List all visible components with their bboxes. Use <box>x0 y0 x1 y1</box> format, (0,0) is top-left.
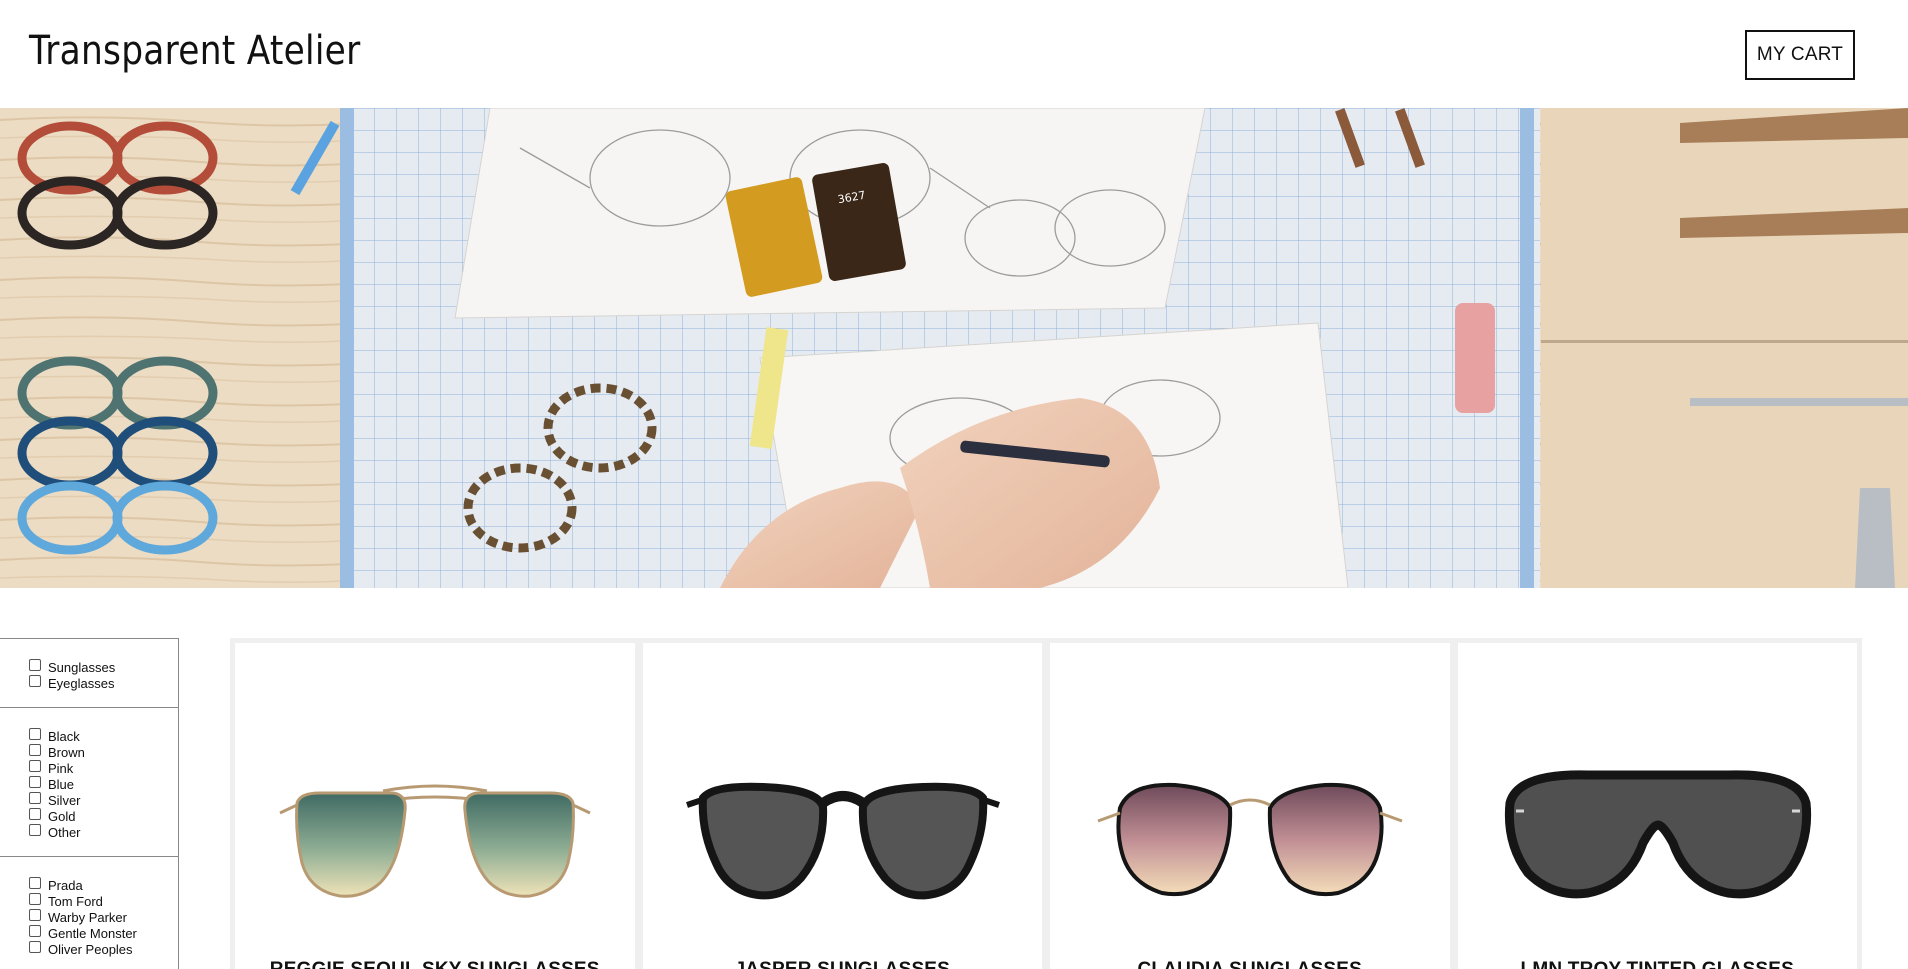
filter-option-brown[interactable]: Brown <box>29 744 178 760</box>
filter-option-silver[interactable]: Silver <box>29 792 178 808</box>
checkbox[interactable] <box>29 877 41 889</box>
checkbox[interactable] <box>29 808 41 820</box>
checkbox[interactable] <box>29 728 41 740</box>
filter-group-color: Black Brown Pink Blue Silver Gold Other <box>0 708 178 857</box>
checkbox[interactable] <box>29 893 41 905</box>
checkbox[interactable] <box>29 824 41 836</box>
my-cart-button[interactable]: MY CART <box>1745 30 1855 80</box>
filter-option-blue[interactable]: Blue <box>29 776 178 792</box>
product-name[interactable]: JASPER SUNGLASSES <box>643 959 1043 969</box>
checkbox[interactable] <box>29 776 41 788</box>
checkbox[interactable] <box>29 792 41 804</box>
site-header: Transparent Atelier MY CART <box>0 0 1908 108</box>
black-sunglasses-image <box>685 782 1000 900</box>
checkbox[interactable] <box>29 941 41 953</box>
filter-option-black[interactable]: Black <box>29 728 178 744</box>
filter-group-brand: Prada Tom Ford Warby Parker Gentle Monst… <box>0 857 178 969</box>
checkbox[interactable] <box>29 659 41 671</box>
hero-banner: 3627 <box>0 108 1908 588</box>
checkbox[interactable] <box>29 744 41 756</box>
checkbox[interactable] <box>29 760 41 772</box>
filter-option-oliver-peoples[interactable]: Oliver Peoples <box>29 941 178 957</box>
filter-option-warby-parker[interactable]: Warby Parker <box>29 909 178 925</box>
filter-group-type: Sunglasses Eyeglasses <box>0 639 178 708</box>
filter-option-other[interactable]: Other <box>29 824 178 840</box>
checkbox[interactable] <box>29 909 41 921</box>
filter-option-sunglasses[interactable]: Sunglasses <box>29 659 178 675</box>
filter-option-pink[interactable]: Pink <box>29 760 178 776</box>
product-name[interactable]: CLAUDIA SUNGLASSES <box>1050 959 1450 969</box>
product-name[interactable]: LMN TROY TINTED GLASSES <box>1458 959 1858 969</box>
product-card[interactable]: CLAUDIA SUNGLASSES <box>1050 643 1450 969</box>
hero-image: 3627 <box>0 108 1908 588</box>
product-card[interactable]: REGGIE SEOUL SKY SUNGLASSES <box>235 643 635 969</box>
filter-option-gold[interactable]: Gold <box>29 808 178 824</box>
site-logo[interactable]: Transparent Atelier <box>29 28 361 74</box>
filter-option-tom-ford[interactable]: Tom Ford <box>29 893 178 909</box>
product-card[interactable]: JASPER SUNGLASSES <box>642 643 1043 969</box>
checkbox[interactable] <box>29 675 41 687</box>
filter-option-eyeglasses[interactable]: Eyeglasses <box>29 675 178 691</box>
filter-option-gentle-monster[interactable]: Gentle Monster <box>29 925 178 941</box>
checkbox[interactable] <box>29 925 41 937</box>
pink-gradient-sunglasses-image <box>1097 782 1403 897</box>
filter-option-prada[interactable]: Prada <box>29 877 178 893</box>
filter-sidebar: Sunglasses Eyeglasses Black Brown Pink B… <box>0 638 179 969</box>
product-name[interactable]: REGGIE SEOUL SKY SUNGLASSES <box>235 959 635 969</box>
product-card[interactable]: LMN TROY TINTED GLASSES <box>1457 643 1858 969</box>
aviator-sunglasses-image <box>279 784 591 898</box>
product-grid: REGGIE SEOUL SKY SUNGLASSES JASPER SUNGL… <box>230 638 1862 969</box>
shield-sunglasses-image <box>1504 770 1811 899</box>
